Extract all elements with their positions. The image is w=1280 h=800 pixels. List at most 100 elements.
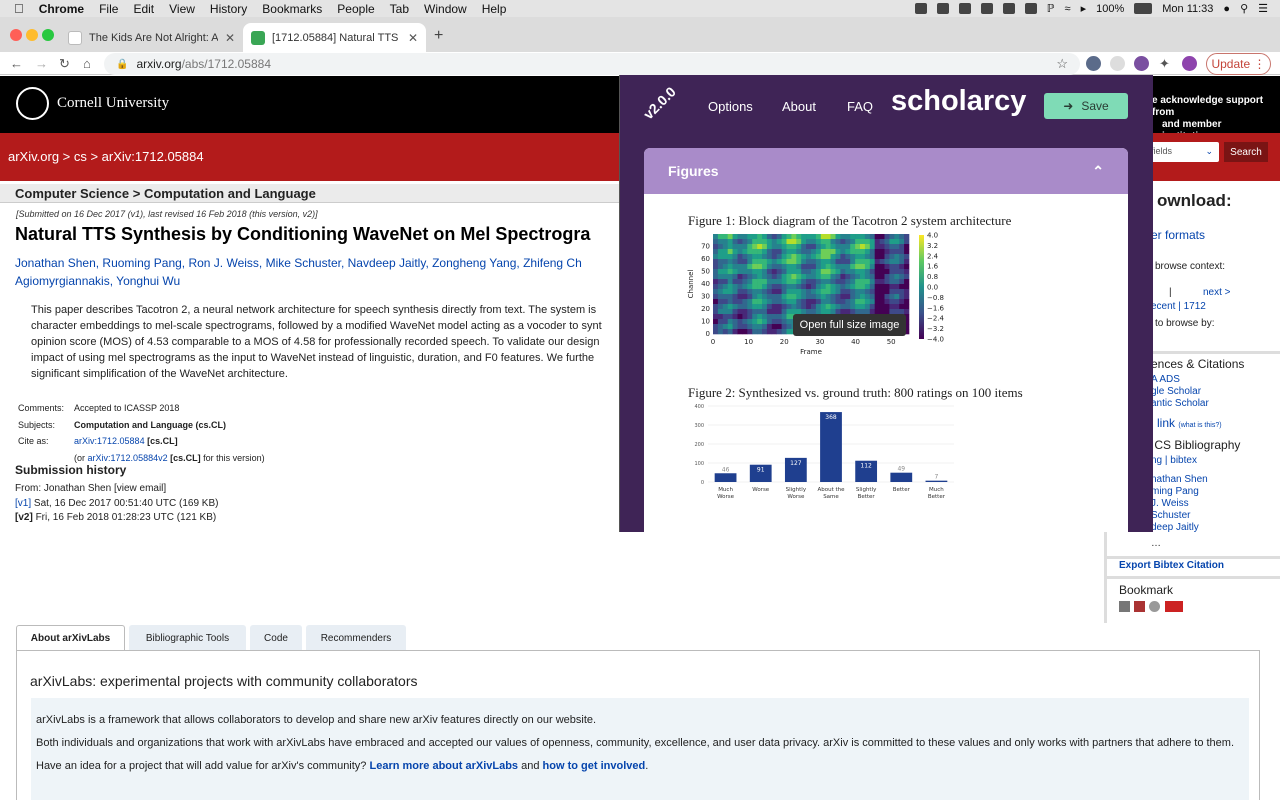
menu-window[interactable]: Window (424, 2, 467, 16)
volume-icon[interactable]: ▸ (1081, 2, 1087, 15)
google-scholar-link[interactable]: gle Scholar (1151, 386, 1201, 397)
figures-panel-header[interactable]: Figures ⌃ (644, 148, 1128, 194)
nav-faq[interactable]: FAQ (847, 99, 873, 114)
menu-app-name[interactable]: Chrome (39, 2, 84, 16)
menu-history[interactable]: History (210, 2, 247, 16)
get-involved-link[interactable]: how to get involved (543, 760, 646, 772)
other-formats-link[interactable]: er formats (1151, 228, 1205, 242)
next-link[interactable]: next > (1203, 287, 1231, 298)
bbedit-icon[interactable] (980, 3, 993, 14)
tab-recommenders[interactable]: Recommenders (306, 625, 406, 651)
heatmap-cell (820, 259, 826, 265)
learn-more-link[interactable]: Learn more about arXivLabs (370, 760, 519, 772)
apple-menu-icon[interactable]:  (14, 1, 24, 16)
heatmap-cell (757, 314, 763, 320)
bookmark-star-icon[interactable]: ☆ (1056, 56, 1068, 72)
cornell-logo[interactable]: Cornell University (16, 87, 169, 120)
control-center-icon[interactable]: ☰ (1258, 2, 1268, 15)
wifi-icon[interactable]: ≈ (1065, 3, 1071, 15)
extension-icon[interactable] (1110, 56, 1125, 71)
figure-1-spectrogram[interactable]: 0 10 20 30 40 50 0 10 20 30 40 50 60 70 Frame Channel 4.… (684, 230, 974, 358)
open-full-size-tooltip[interactable]: Open full size image (793, 314, 906, 336)
browser-tab-active[interactable]: [1712.05884] Natural TTS Synt ✕ (243, 23, 426, 52)
reload-icon[interactable]: ↻ (59, 56, 70, 72)
clock[interactable]: Mon 11:33 (1162, 3, 1213, 15)
cite-alt-link[interactable]: arXiv:1712.05884v2 (88, 453, 168, 463)
search-button[interactable]: Search (1224, 142, 1268, 162)
subject-header[interactable]: Computer Science > Computation and Langu… (0, 184, 620, 203)
save-button[interactable]: ➜ Save (1044, 93, 1128, 119)
home-icon[interactable]: ⌂ (83, 56, 91, 71)
menu-edit[interactable]: Edit (133, 2, 154, 16)
battery-icon[interactable] (1134, 3, 1153, 14)
tab-code[interactable]: Code (250, 625, 302, 651)
menu-bookmarks[interactable]: Bookmarks (262, 2, 322, 16)
search-field-select[interactable]: fields ⌄ (1145, 142, 1219, 162)
extension-tray-icon[interactable] (936, 3, 949, 14)
tab-about-arxivlabs[interactable]: About arXivLabs (16, 625, 125, 651)
dblp-author[interactable]: Schuster (1151, 510, 1190, 521)
accessibility-icon[interactable] (958, 3, 971, 14)
heatmap-cell (762, 244, 768, 250)
heatmap-cell (717, 309, 724, 315)
tab-bibliographic-tools[interactable]: Bibliographic Tools (129, 625, 246, 651)
mendeley-icon[interactable] (1134, 601, 1145, 612)
nav-about[interactable]: About (782, 99, 816, 114)
heatmap-cell (713, 279, 719, 285)
semantic-scholar-link[interactable]: antic Scholar (1151, 398, 1209, 409)
bluetooth-icon[interactable]: ℙ (1047, 2, 1055, 15)
recent-link[interactable]: ecent | 1712 (1151, 301, 1206, 312)
time-machine-icon[interactable] (1002, 3, 1015, 14)
heatmap-cell (776, 269, 782, 275)
address-bar[interactable]: 🔒 arxiv.org/abs/1712.05884 ☆ (104, 53, 1080, 75)
authors-line[interactable]: Agiomyrgiannakis, Yonghui Wu (15, 272, 620, 290)
heatmap-cell (781, 244, 787, 250)
window-zoom-button[interactable] (42, 29, 54, 41)
bookmark-link[interactable]: link (what is this?) (1157, 416, 1222, 430)
author-list[interactable]: Jonathan Shen, Ruoming Pang, Ron J. Weis… (15, 254, 620, 290)
profile-avatar[interactable] (1182, 56, 1197, 71)
sciencewise-icon[interactable] (1165, 601, 1183, 612)
window-close-button[interactable] (10, 29, 22, 41)
forward-arrow-icon[interactable]: → (35, 56, 48, 71)
menu-file[interactable]: File (99, 2, 118, 16)
v1-link[interactable]: [v1] (15, 498, 31, 509)
chevron-up-icon[interactable]: ⌃ (1092, 163, 1104, 179)
history-from[interactable]: From: Jonathan Shen [view email] (15, 482, 218, 497)
dblp-author[interactable]: nathan Shen (1151, 474, 1208, 485)
nasa-ads-link[interactable]: A ADS (1151, 374, 1180, 385)
user-icon[interactable]: ● (1223, 3, 1230, 15)
dblp-author[interactable]: J. Weiss (1151, 498, 1189, 509)
window-minimize-button[interactable] (26, 29, 38, 41)
extensions-puzzle-icon[interactable]: ✦ (1159, 56, 1170, 72)
cite-link[interactable]: arXiv:1712.05884 (74, 436, 145, 446)
spotlight-icon[interactable]: ⚲ (1240, 2, 1248, 15)
authors-line[interactable]: Jonathan Shen, Ruoming Pang, Ron J. Weis… (15, 254, 620, 272)
dblp-author[interactable]: deep Jaitly (1151, 522, 1199, 533)
browser-tab[interactable]: The Kids Are Not Alright: A Pre ✕ (60, 23, 243, 52)
airplay-icon[interactable] (1024, 3, 1037, 14)
back-arrow-icon[interactable]: ← (10, 56, 23, 71)
menu-help[interactable]: Help (482, 2, 507, 16)
scholarcy-extension-icon[interactable] (1134, 56, 1149, 71)
listing-bibtex-links[interactable]: ng | bibtex (1151, 455, 1197, 466)
what-is-this-link[interactable]: (what is this?) (1178, 422, 1221, 429)
menu-tab[interactable]: Tab (390, 2, 409, 16)
tab-close-icon[interactable]: ✕ (408, 31, 418, 45)
bibsonomy-icon[interactable] (1119, 601, 1130, 612)
menu-view[interactable]: View (169, 2, 195, 16)
reddit-icon[interactable] (1149, 601, 1160, 612)
breadcrumb[interactable]: arXiv.org > cs > arXiv:1712.05884 (8, 149, 204, 164)
lock-icon[interactable]: 🔒 (116, 59, 128, 70)
dblp-author[interactable]: ming Pang (1151, 486, 1199, 497)
extension-icon[interactable] (1086, 56, 1101, 71)
export-bibtex-link[interactable]: Export Bibtex Citation (1119, 560, 1224, 571)
new-tab-icon[interactable]: + (434, 27, 443, 45)
battery-percent[interactable]: 100% (1096, 3, 1124, 15)
update-button[interactable]: Update ⋮ (1206, 53, 1271, 75)
tab-close-icon[interactable]: ✕ (225, 31, 235, 45)
menu-people[interactable]: People (337, 2, 374, 16)
figure-2-bar-chart[interactable]: 010020030040046MuchWorse91Worse127Slight… (686, 402, 966, 512)
nav-options[interactable]: Options (708, 99, 753, 114)
dropbox-icon[interactable] (914, 3, 927, 14)
